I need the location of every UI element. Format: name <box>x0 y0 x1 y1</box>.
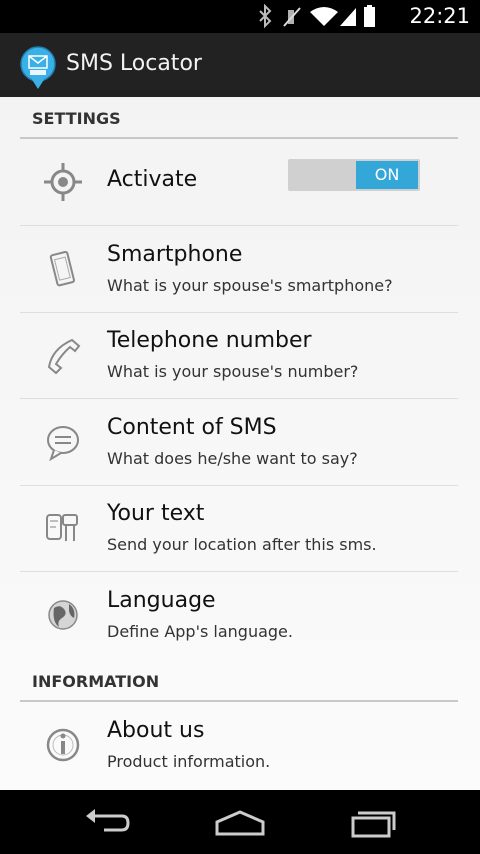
navigation-bar <box>0 790 480 854</box>
bluetooth-icon <box>259 4 272 29</box>
sms-bubble-icon[interactable] <box>18 45 58 91</box>
back-icon[interactable] <box>82 808 132 838</box>
info-icon <box>46 728 80 762</box>
setting-title: Smartphone <box>107 242 243 267</box>
people-text-icon <box>46 514 78 541</box>
phone-handset-icon <box>47 338 81 375</box>
section-header-information: INFORMATION <box>20 660 458 702</box>
setting-title: Content of SMS <box>107 415 277 440</box>
battery-icon <box>364 5 375 27</box>
home-icon[interactable] <box>214 808 266 838</box>
setting-title: Language <box>107 588 216 613</box>
setting-your-text[interactable]: Your text Send your location after this … <box>20 485 458 572</box>
setting-summary: Send your location after this sms. <box>107 535 377 554</box>
setting-title: About us <box>107 718 205 743</box>
recent-apps-icon[interactable] <box>350 808 400 838</box>
setting-title: Telephone number <box>107 328 312 353</box>
setting-smartphone[interactable]: Smartphone What is your spouse's smartph… <box>20 226 458 313</box>
setting-activate[interactable]: Activate ON <box>20 139 458 226</box>
toggle-on-label: ON <box>356 161 418 189</box>
setting-summary: What is your spouse's smartphone? <box>107 276 393 295</box>
setting-language[interactable]: Language Define App's language. <box>20 572 458 658</box>
status-icons <box>259 4 375 29</box>
setting-summary: What is your spouse's number? <box>107 362 359 381</box>
clock: 22:21 <box>409 4 470 28</box>
signal-icon <box>340 8 356 26</box>
action-bar: SMS Locator <box>0 33 480 97</box>
setting-summary: Define App's language. <box>107 622 293 641</box>
activate-toggle[interactable]: ON <box>288 159 420 191</box>
globe-icon <box>48 600 78 630</box>
info-about-us[interactable]: About us Product information. <box>20 702 458 788</box>
setting-title: Activate <box>107 167 198 192</box>
setting-telephone-number[interactable]: Telephone number What is your spouse's n… <box>20 312 458 399</box>
settings-list: SETTINGS Activate ON Smartphone What is … <box>0 97 480 790</box>
section-header-settings: SETTINGS <box>20 97 458 139</box>
status-bar: 22:21 <box>0 0 480 33</box>
muted-icon <box>283 7 301 27</box>
smartphone-icon <box>49 250 75 287</box>
setting-summary: Product information. <box>107 752 271 771</box>
location-target-icon <box>44 163 82 201</box>
setting-summary: What does he/she want to say? <box>107 449 358 468</box>
setting-title: Your text <box>107 501 205 526</box>
wifi-icon <box>310 7 338 26</box>
chat-bubble-icon <box>47 426 79 462</box>
setting-content-of-sms[interactable]: Content of SMS What does he/she want to … <box>20 399 458 486</box>
app-title: SMS Locator <box>66 51 202 76</box>
